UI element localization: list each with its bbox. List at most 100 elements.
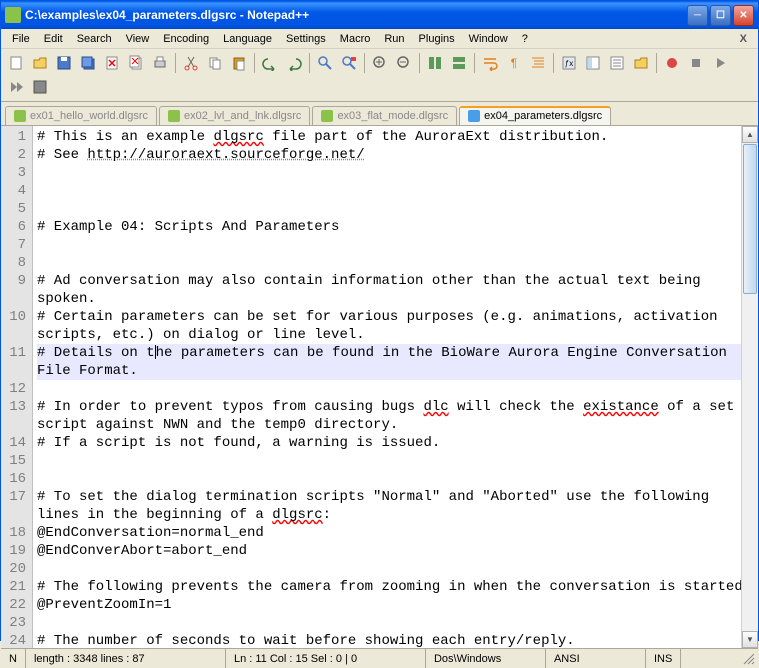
code-line-1[interactable]: # This is an example dlgsrc file part of… — [37, 128, 754, 146]
file-icon — [321, 110, 333, 122]
open-file-button[interactable] — [29, 52, 51, 74]
close-file-button[interactable] — [101, 52, 123, 74]
close-all-button[interactable] — [125, 52, 147, 74]
paste-button[interactable] — [228, 52, 250, 74]
separator — [254, 53, 255, 73]
svg-text:¶: ¶ — [511, 56, 517, 70]
resize-grip[interactable] — [734, 649, 758, 668]
replace-button[interactable] — [338, 52, 360, 74]
separator — [553, 53, 554, 73]
menu-macro[interactable]: Macro — [333, 31, 378, 47]
menu-settings[interactable]: Settings — [279, 31, 333, 47]
file-icon — [168, 110, 180, 122]
status-encoding: ANSI — [546, 649, 646, 668]
run-macro-multi-button[interactable] — [5, 76, 27, 98]
menu-view[interactable]: View — [119, 31, 157, 47]
menubar: FileEditSearchViewEncodingLanguageSettin… — [1, 29, 758, 49]
code-line-3[interactable] — [37, 164, 754, 182]
editor[interactable]: 123456789101112131415161718192021222324 … — [1, 126, 758, 648]
tab-ex03_flat_mode[interactable]: ex03_flat_mode.dlgsrc — [312, 106, 457, 125]
code-line-24[interactable]: # The number of seconds to wait before s… — [37, 632, 754, 648]
file-icon — [468, 110, 480, 122]
menu-search[interactable]: Search — [70, 31, 119, 47]
menu-close-x[interactable]: X — [733, 31, 754, 47]
tab-label: ex01_hello_world.dlgsrc — [30, 110, 148, 122]
code-line-23[interactable] — [37, 614, 754, 632]
maximize-button[interactable]: ☐ — [710, 5, 731, 26]
menu-encoding[interactable]: Encoding — [156, 31, 216, 47]
code-line-10[interactable]: # Certain parameters can be set for vari… — [37, 308, 754, 344]
stop-macro-button[interactable] — [685, 52, 707, 74]
svg-text:ƒx: ƒx — [565, 59, 573, 68]
func-list-button[interactable] — [606, 52, 628, 74]
toolbar: ¶ ƒx — [1, 49, 758, 102]
sync-v-button[interactable] — [424, 52, 446, 74]
code-line-20[interactable] — [37, 560, 754, 578]
cut-button[interactable] — [180, 52, 202, 74]
status-length: length : 3348 lines : 87 — [26, 649, 226, 668]
code-line-12[interactable] — [37, 380, 754, 398]
code-line-18[interactable]: @EndConversation=normal_end — [37, 524, 754, 542]
status-position: Ln : 11 Col : 15 Sel : 0 | 0 — [226, 649, 426, 668]
titlebar: C:\examples\ex04_parameters.dlgsrc - Not… — [1, 1, 758, 29]
play-macro-button[interactable] — [709, 52, 731, 74]
menu-?[interactable]: ? — [515, 31, 535, 47]
close-button[interactable]: ✕ — [733, 5, 754, 26]
tab-ex01_hello_world[interactable]: ex01_hello_world.dlgsrc — [5, 106, 157, 125]
tab-ex04_parameters[interactable]: ex04_parameters.dlgsrc — [459, 106, 611, 125]
separator — [656, 53, 657, 73]
save-all-button[interactable] — [77, 52, 99, 74]
record-macro-button[interactable] — [661, 52, 683, 74]
menu-plugins[interactable]: Plugins — [412, 31, 462, 47]
folder-view-button[interactable] — [630, 52, 652, 74]
code-line-21[interactable]: # The following prevents the camera from… — [37, 578, 754, 596]
sync-h-button[interactable] — [448, 52, 470, 74]
save-macro-button[interactable] — [29, 76, 51, 98]
wordwrap-button[interactable] — [479, 52, 501, 74]
code-line-8[interactable] — [37, 254, 754, 272]
lang-button[interactable]: ƒx — [558, 52, 580, 74]
menu-language[interactable]: Language — [216, 31, 279, 47]
code-line-6[interactable]: # Example 04: Scripts And Parameters — [37, 218, 754, 236]
undo-button[interactable] — [259, 52, 281, 74]
vertical-scrollbar[interactable]: ▲ ▼ — [741, 126, 758, 648]
code-line-16[interactable] — [37, 470, 754, 488]
code-line-19[interactable]: @EndConverAbort=abort_end — [37, 542, 754, 560]
save-button[interactable] — [53, 52, 75, 74]
statusbar: N length : 3348 lines : 87 Ln : 11 Col :… — [1, 648, 758, 668]
scroll-down-button[interactable]: ▼ — [742, 631, 758, 648]
code-line-7[interactable] — [37, 236, 754, 254]
indent-guide-button[interactable] — [527, 52, 549, 74]
menu-run[interactable]: Run — [377, 31, 411, 47]
zoom-in-button[interactable] — [369, 52, 391, 74]
redo-button[interactable] — [283, 52, 305, 74]
code-line-2[interactable]: # See http://auroraext.sourceforge.net/ — [37, 146, 754, 164]
code-line-9[interactable]: # Ad conversation may also contain infor… — [37, 272, 754, 308]
code-line-13[interactable]: # In order to prevent typos from causing… — [37, 398, 754, 434]
tab-ex02_lvl_and_lnk[interactable]: ex02_lvl_and_lnk.dlgsrc — [159, 106, 310, 125]
show-all-chars-button[interactable]: ¶ — [503, 52, 525, 74]
code-line-22[interactable]: @PreventZoomIn=1 — [37, 596, 754, 614]
menu-window[interactable]: Window — [462, 31, 515, 47]
new-file-button[interactable] — [5, 52, 27, 74]
code-line-4[interactable] — [37, 182, 754, 200]
menu-file[interactable]: File — [5, 31, 37, 47]
print-button[interactable] — [149, 52, 171, 74]
code-line-5[interactable] — [37, 200, 754, 218]
find-button[interactable] — [314, 52, 336, 74]
code-area[interactable]: # This is an example dlgsrc file part of… — [33, 126, 758, 648]
status-lang: N — [1, 649, 26, 668]
scroll-thumb[interactable] — [743, 144, 757, 294]
code-line-11[interactable]: # Details on the parameters can be found… — [37, 344, 754, 380]
copy-button[interactable] — [204, 52, 226, 74]
code-line-14[interactable]: # If a script is not found, a warning is… — [37, 434, 754, 452]
zoom-out-button[interactable] — [393, 52, 415, 74]
minimize-button[interactable]: ─ — [687, 5, 708, 26]
scroll-up-button[interactable]: ▲ — [742, 126, 758, 143]
separator — [309, 53, 310, 73]
code-line-17[interactable]: # To set the dialog termination scripts … — [37, 488, 754, 524]
code-line-15[interactable] — [37, 452, 754, 470]
tab-label: ex04_parameters.dlgsrc — [484, 110, 602, 122]
menu-edit[interactable]: Edit — [37, 31, 70, 47]
doc-map-button[interactable] — [582, 52, 604, 74]
